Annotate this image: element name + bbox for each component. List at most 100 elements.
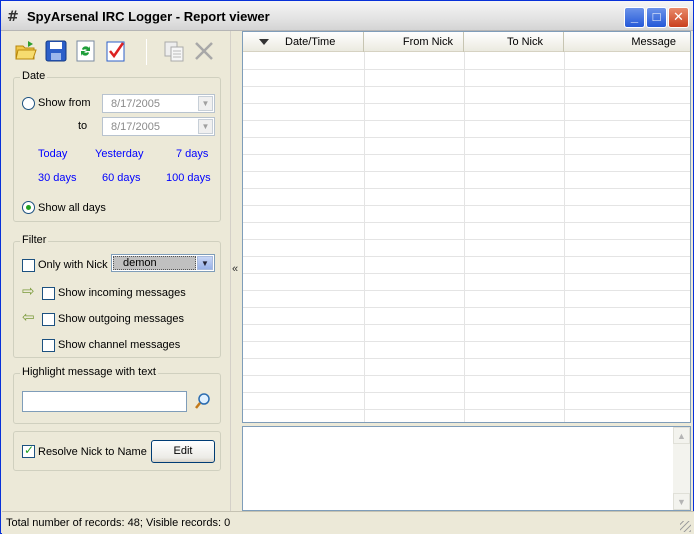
column-header-message[interactable]: Message — [564, 32, 690, 52]
open-folder-icon — [15, 41, 37, 60]
show-incoming-label: Show incoming messages — [58, 287, 186, 299]
grid-row-line — [243, 324, 690, 325]
search-icon[interactable] — [194, 392, 212, 410]
grid-row-line — [243, 205, 690, 206]
copy-icon — [164, 41, 184, 62]
highlight-text-input[interactable] — [22, 391, 187, 412]
minimize-button[interactable]: _ — [624, 7, 645, 28]
from-date-value: 8/17/2005 — [111, 98, 160, 110]
date-group-label: Date — [20, 70, 48, 82]
show-outgoing-label: Show outgoing messages — [58, 313, 184, 325]
link-60-days[interactable]: 60 days — [102, 172, 141, 184]
column-header-to-nick[interactable]: To Nick — [464, 32, 564, 52]
column-header-datetime[interactable]: Date/Time — [243, 32, 364, 52]
toolbar-separator — [146, 39, 147, 65]
only-with-nick-checkbox[interactable] — [22, 259, 35, 272]
grid-row-line — [243, 409, 690, 410]
maximize-icon: □ — [652, 9, 661, 24]
status-text: Total number of records: 48; Visible rec… — [6, 517, 231, 529]
resolve-nick-label: Resolve Nick to Name — [38, 446, 147, 458]
grid-row-line — [243, 392, 690, 393]
app-icon: # — [7, 9, 19, 25]
show-all-days-label: Show all days — [38, 202, 106, 214]
refresh-icon — [76, 40, 95, 62]
save-button[interactable] — [44, 39, 68, 63]
sort-descending-icon — [259, 39, 269, 45]
open-folder-button[interactable] — [14, 39, 38, 63]
report-check-button[interactable] — [104, 39, 128, 63]
to-date-value: 8/17/2005 — [111, 121, 160, 133]
grid-row-line — [243, 341, 690, 342]
show-from-radio[interactable] — [22, 97, 35, 110]
vertical-scrollbar[interactable]: ▲ ▼ — [673, 427, 690, 510]
grid-column-line — [464, 52, 465, 422]
delete-button[interactable] — [192, 39, 216, 63]
grid-row-line — [243, 273, 690, 274]
scroll-up-button[interactable]: ▲ — [673, 427, 690, 444]
collapse-panel-icon[interactable]: « — [232, 263, 238, 275]
copy-button[interactable] — [162, 39, 186, 63]
filter-group: Filter Only with Nick demon ▼ ⇨ Show inc… — [13, 234, 221, 358]
close-button[interactable]: ✕ — [668, 7, 689, 28]
resize-grip[interactable] — [680, 521, 691, 532]
refresh-button[interactable] — [74, 39, 98, 63]
link-yesterday[interactable]: Yesterday — [95, 148, 144, 160]
grid-row-line — [243, 290, 690, 291]
grid-row-line — [243, 154, 690, 155]
show-all-days-radio[interactable] — [22, 201, 35, 214]
only-with-nick-label: Only with Nick — [38, 259, 108, 271]
report-viewer-window: # SpyArsenal IRC Logger - Report viewer … — [0, 0, 694, 534]
chevron-down-icon: ▼ — [198, 119, 213, 134]
grid-row-line — [243, 307, 690, 308]
grid-row-line — [243, 86, 690, 87]
to-date-picker[interactable]: 8/17/2005 ▼ — [102, 117, 215, 136]
grid-row-line — [243, 239, 690, 240]
grid-row-line — [243, 120, 690, 121]
chevron-down-icon: ▼ — [198, 96, 213, 111]
panel-splitter[interactable]: « — [230, 31, 241, 511]
grid-row-line — [243, 69, 690, 70]
highlight-group: Highlight message with text — [13, 366, 221, 424]
save-icon — [45, 40, 67, 62]
grid-column-line — [564, 52, 565, 422]
grid-row-line — [243, 103, 690, 104]
grid-row-line — [243, 256, 690, 257]
incoming-arrow-icon: ⇨ — [22, 282, 35, 300]
show-from-label: Show from — [38, 97, 91, 109]
left-panel: Date Show from 8/17/2005 ▼ to 8/17/2005 … — [2, 31, 230, 511]
minimize-icon: _ — [630, 9, 639, 24]
edit-button[interactable]: Edit — [151, 440, 215, 463]
show-incoming-checkbox[interactable] — [42, 287, 55, 300]
show-channel-checkbox[interactable] — [42, 339, 55, 352]
records-grid[interactable]: Date/Time From Nick To Nick Message — [242, 31, 691, 423]
maximize-button[interactable]: □ — [646, 7, 667, 28]
column-header-label: Date/Time — [285, 36, 336, 48]
column-header-label: From Nick — [402, 36, 453, 48]
grid-row-line — [243, 358, 690, 359]
scroll-down-button[interactable]: ▼ — [673, 493, 690, 510]
from-date-picker[interactable]: 8/17/2005 ▼ — [102, 94, 215, 113]
nick-select[interactable]: demon ▼ — [111, 254, 215, 272]
show-outgoing-checkbox[interactable] — [42, 313, 55, 326]
title-bar[interactable]: # SpyArsenal IRC Logger - Report viewer … — [1, 1, 693, 31]
resolve-group: Resolve Nick to Name Edit — [13, 431, 221, 471]
message-preview-pane[interactable]: ▲ ▼ — [242, 426, 691, 511]
chevron-down-icon: ▼ — [197, 256, 213, 270]
outgoing-arrow-icon: ⇦ — [22, 308, 35, 326]
column-header-from-nick[interactable]: From Nick — [364, 32, 464, 52]
close-icon: ✕ — [673, 9, 684, 24]
grid-header: Date/Time From Nick To Nick Message — [243, 32, 690, 52]
link-100-days[interactable]: 100 days — [166, 172, 211, 184]
highlight-group-label: Highlight message with text — [20, 366, 158, 378]
grid-row-line — [243, 188, 690, 189]
link-today[interactable]: Today — [38, 148, 67, 160]
window-title: SpyArsenal IRC Logger - Report viewer — [27, 9, 270, 24]
filter-group-label: Filter — [20, 234, 49, 246]
date-group: Date Show from 8/17/2005 ▼ to 8/17/2005 … — [13, 70, 221, 222]
resolve-nick-checkbox[interactable] — [22, 443, 35, 458]
grid-row-line — [243, 171, 690, 172]
link-30-days[interactable]: 30 days — [38, 172, 77, 184]
to-label: to — [78, 120, 88, 132]
link-7-days[interactable]: 7 days — [176, 148, 208, 160]
nick-select-value: demon — [113, 256, 196, 270]
